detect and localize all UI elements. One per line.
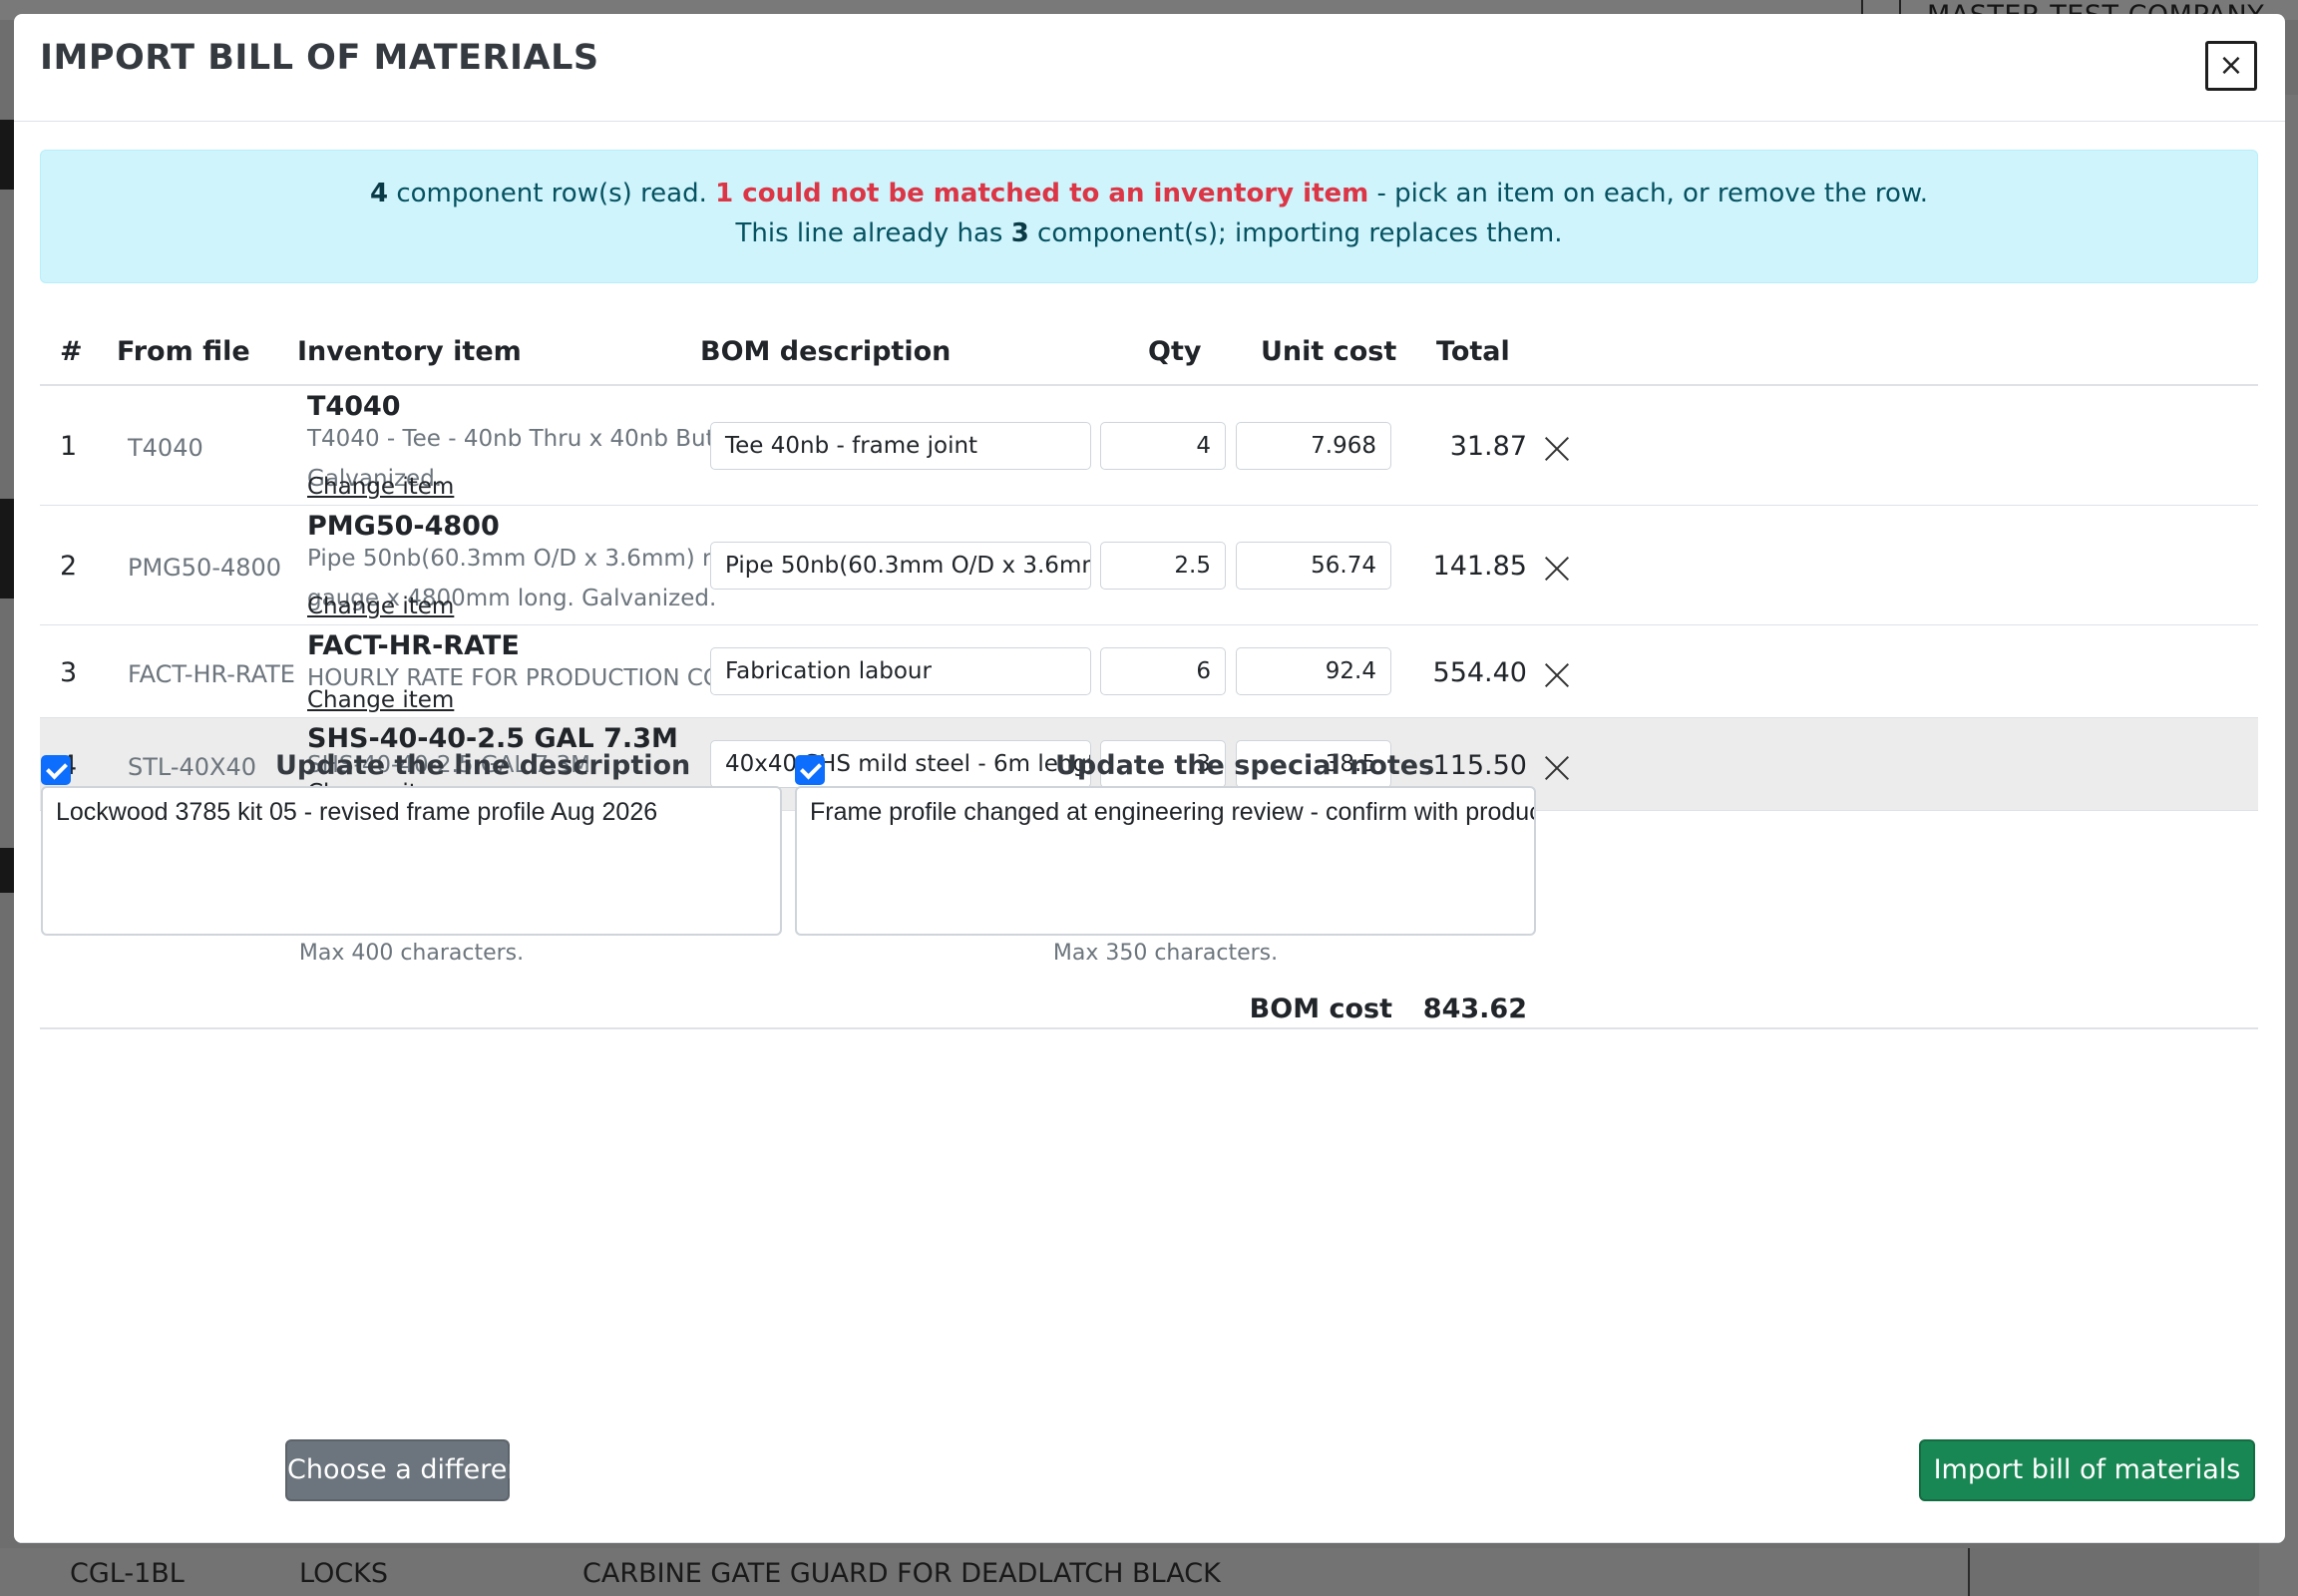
row-number: 1	[60, 431, 78, 462]
import-bom-modal: IMPORT BILL OF MATERIALS × 4 component r…	[14, 14, 2285, 1543]
existing-suffix: component(s); importing replaces them.	[1028, 218, 1563, 248]
remove-row-icon[interactable]	[1544, 755, 1570, 781]
update-line-description-label: Update the line description	[275, 750, 691, 781]
modal-header: IMPORT BILL OF MATERIALS ×	[14, 14, 2285, 122]
update-special-notes-checkbox[interactable]	[795, 755, 825, 785]
change-item-link[interactable]: Change item	[307, 687, 454, 713]
rows-read-count: 4	[369, 179, 389, 208]
qty-input[interactable]: 2.5	[1100, 542, 1226, 590]
info-alert: 4 component row(s) read. 1 could not be …	[40, 150, 2258, 283]
unmatched-suffix: - pick an item on each, or remove the ro…	[1368, 179, 1929, 208]
qty-input[interactable]: 4	[1100, 422, 1226, 470]
import-bom-button[interactable]: Import bill of materials	[1919, 1439, 2255, 1501]
row-item-code: T4040	[307, 391, 401, 422]
line-description-hint: Max 400 characters.	[298, 941, 525, 966]
row-total: 141.85	[1432, 551, 1527, 582]
row-total: 554.40	[1432, 657, 1527, 688]
existing-count: 3	[1010, 218, 1029, 248]
unit-cost-input[interactable]: 92.4	[1236, 647, 1391, 695]
row-item-code: PMG50-4800	[307, 511, 500, 542]
choose-different-file-button[interactable]: Choose a different file	[285, 1439, 584, 1501]
row-from-file: FACT-HR-RATE	[128, 660, 295, 688]
update-special-notes-label: Update the special notes	[1055, 750, 1435, 781]
bom-cost-value: 843.62	[1422, 994, 1527, 1024]
header-inventory-item: Inventory item	[297, 336, 522, 367]
row-number: 3	[60, 657, 78, 688]
close-button[interactable]: ×	[2205, 41, 2257, 91]
existing-prefix: This line already has	[735, 218, 1011, 248]
modal-title: IMPORT BILL OF MATERIALS	[40, 38, 599, 78]
header-number: #	[60, 336, 83, 367]
header-total: Total	[1436, 336, 1510, 367]
rows-read-text: component row(s) read.	[388, 179, 716, 208]
bom-description-input[interactable]: Pipe 50nb(60.3mm O/D x 3.6mm) medium gau…	[710, 542, 1091, 590]
remove-row-icon[interactable]	[1544, 436, 1570, 462]
update-line-description-checkbox[interactable]	[41, 755, 71, 785]
qty-input[interactable]: 6	[1100, 647, 1226, 695]
row-from-file: STL-40X40	[128, 753, 257, 781]
change-item-link[interactable]: Change item	[307, 594, 454, 619]
unit-cost-input[interactable]: 56.74	[1236, 542, 1391, 590]
bom-cost-row: BOM cost 843.62	[40, 990, 2258, 1029]
line-description-textarea[interactable]: Lockwood 3785 kit 05 - revised frame pro…	[41, 786, 782, 936]
bom-description-input[interactable]: 40x40 SHS mild steel - 6m length	[710, 740, 1091, 788]
special-notes-hint: Max 350 characters.	[1052, 941, 1279, 966]
header-from-file: From file	[117, 336, 250, 367]
change-item-link[interactable]: Change item	[307, 474, 454, 500]
alert-line-1: 4 component row(s) read. 1 could not be …	[41, 174, 2257, 213]
unmatched-warning: 1 could not be matched to an inventory i…	[715, 179, 1369, 208]
unit-cost-input[interactable]: 7.968	[1236, 422, 1391, 470]
modal-footer-divider	[14, 1542, 2285, 1543]
bom-description-input[interactable]: Fabrication labour	[710, 647, 1091, 695]
header-unit-cost: Unit cost	[1261, 336, 1397, 367]
alert-line-2: This line already has 3 component(s); im…	[41, 213, 2257, 253]
row-from-file: PMG50-4800	[128, 554, 282, 582]
remove-row-icon[interactable]	[1544, 556, 1570, 582]
header-bom-description: BOM description	[700, 336, 952, 367]
table-row: 1 T4040 T4040 T4040 - Tee - 40nb Thru x …	[40, 386, 2258, 506]
header-qty: Qty	[1148, 336, 1202, 367]
row-item-code: FACT-HR-RATE	[307, 630, 520, 661]
table-row: 2 PMG50-4800 PMG50-4800 Pipe 50nb(60.3mm…	[40, 506, 2258, 625]
special-notes-textarea[interactable]: Frame profile changed at engineering rev…	[795, 786, 1536, 936]
bom-description-input[interactable]: Tee 40nb - frame joint	[710, 422, 1091, 470]
bom-cost-label: BOM cost	[1249, 994, 1392, 1024]
row-from-file: T4040	[128, 434, 203, 462]
table-row: 3 FACT-HR-RATE FACT-HR-RATE HOURLY RATE …	[40, 625, 2258, 718]
row-total: 31.87	[1449, 431, 1527, 462]
remove-row-icon[interactable]	[1544, 662, 1570, 688]
row-number: 2	[60, 551, 78, 582]
